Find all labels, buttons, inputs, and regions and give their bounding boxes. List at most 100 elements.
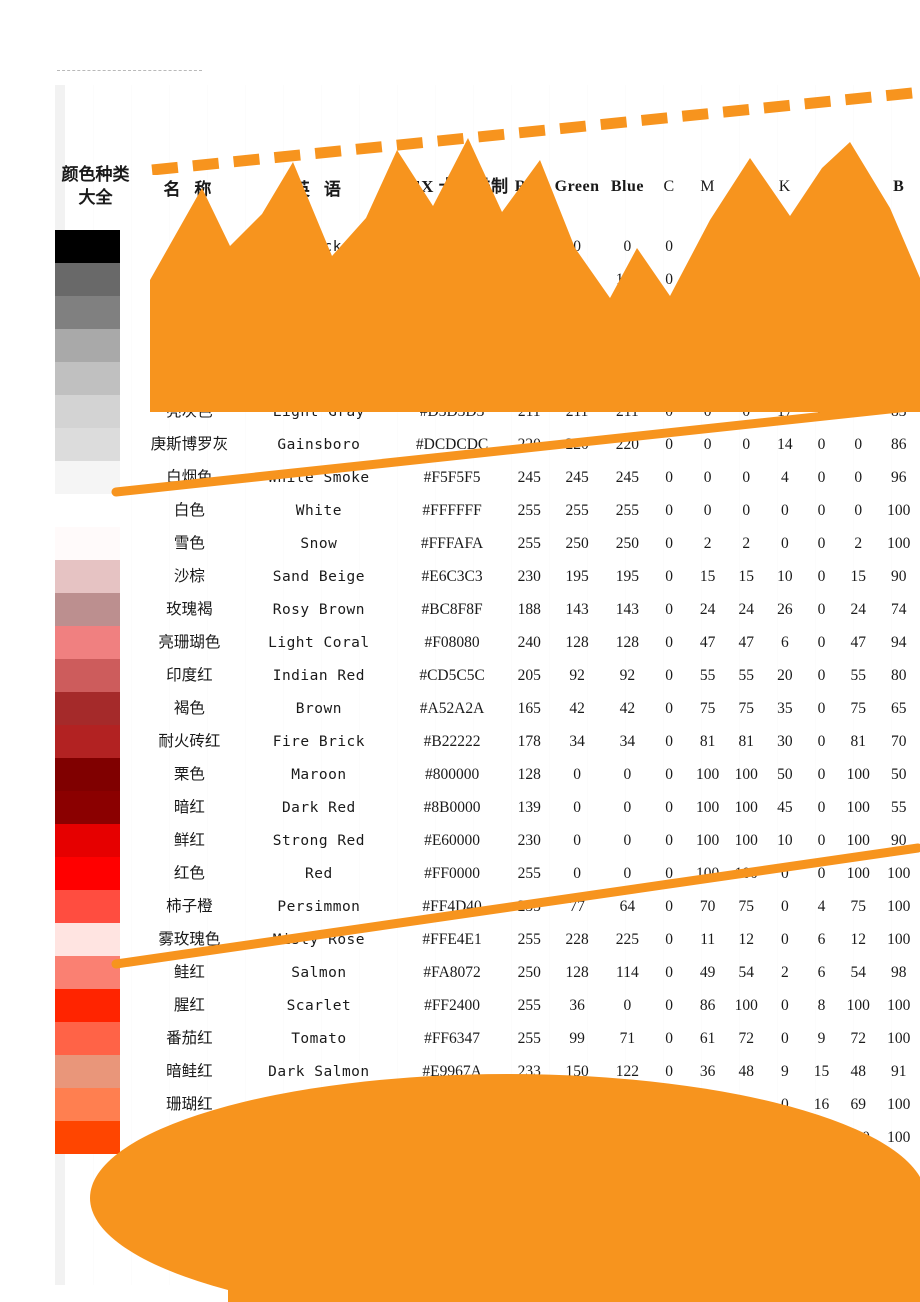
cell-k: 10 [777,831,793,849]
color-swatch-cell [55,494,136,527]
cell-br: 100 [887,501,911,519]
cell-y: 75 [738,897,754,915]
cell-chinese-name: 沙棕 [173,566,205,585]
cell-chinese-name: 鲑红 [173,962,205,981]
cell-r: 250 [517,963,541,981]
cell-c: 0 [665,1095,673,1113]
color-swatch-cell [55,956,136,989]
header-col-hex: HEX 十六进制 [395,177,509,197]
table-row: 番茄红 Tomato #FF6347 255 99 71 0 61 72 0 9 72 100 [55,1022,920,1055]
cell-english-name: Sand Beige [272,568,366,585]
cell-c: 0 [665,930,673,948]
color-swatch [55,824,120,857]
table-row: 腥红 Scarlet #FF2400 255 36 0 0 86 100 0 8 100 100 [55,989,920,1022]
color-swatch [55,494,120,527]
cell-hex-code: #CD5C5C [419,666,485,684]
cell-br: 0 [894,237,903,255]
cell-br: 50 [891,303,907,321]
cell-b: 211 [616,402,639,420]
color-swatch-cell [55,758,136,791]
cell-h: 0 [817,798,826,816]
cell-english-name: Dark Gray [277,337,361,354]
cell-hex-code: #8B0000 [423,798,481,816]
cell-h: 0 [817,831,826,849]
cell-g: 69 [569,1128,585,1146]
cell-br: 98 [891,963,907,981]
table-row: 暗红 Dark Red #8B0000 139 0 0 0 100 100 45 0 100 55 [55,791,920,824]
cell-m: 49 [699,963,716,981]
cell-chinese-name: 庚斯博罗灰 [150,434,229,453]
cell-k: 0 [780,897,789,915]
cell-br: 100 [887,1095,911,1113]
cell-b: 92 [619,666,636,684]
cell-b: 220 [615,435,640,453]
cell-m: 73 [699,1128,716,1146]
cell-m: 11 [700,930,716,948]
cell-y: 0 [742,303,751,321]
color-swatch [55,527,120,560]
color-swatch [55,725,120,758]
header-category: 颜色种类大全 [61,165,130,208]
cell-r: 245 [517,468,541,486]
cell-c: 0 [665,996,673,1014]
cell-r: 255 [517,534,541,552]
cell-chinese-name: 耐火砖红 [158,731,221,750]
cell-s: 48 [850,1062,866,1080]
color-swatch [55,692,120,725]
cell-s: 47 [850,633,866,651]
table-row: 昏灰 Dimgray #696969 105 105 105 0 0 0 59 0 0 41 [55,263,920,296]
cell-g: 169 [565,336,589,354]
cell-r: 255 [517,1128,541,1146]
table-row: 白烟色 White Smoke #F5F5F5 245 245 245 0 0 0 4 0 0 96 [55,461,920,494]
cell-m: 15 [699,567,716,585]
cell-c: 0 [665,831,673,849]
cell-m: 0 [703,270,712,288]
cell-chinese-name: 番茄红 [166,1028,213,1047]
cell-y: 75 [738,699,754,717]
cell-br: 100 [887,996,911,1014]
header-col-green: Green [554,178,600,195]
cell-y: 100 [734,765,758,783]
color-swatch-cell [55,923,136,956]
cell-m: 0 [703,369,712,387]
color-swatch-cell [55,329,136,362]
cell-english-name: Scarlet [286,997,352,1014]
cell-g: 36 [569,996,585,1014]
cell-y: 15 [738,567,754,585]
cell-english-name: Light Gray [272,403,366,420]
cell-hex-code: #FF7F50 [423,1095,481,1113]
cell-hex-code: #808080 [424,303,480,321]
table-row: 沙棕 Sand Beige #E6C3C3 230 195 195 0 15 15 10 0 15 90 [55,560,920,593]
cell-c: 0 [665,369,673,387]
header-col-y: Y [740,178,753,195]
color-swatch [55,1121,120,1154]
cell-b: 71 [619,1029,636,1047]
cell-h: 0 [817,699,826,717]
cell-hex-code: #C0C0C0 [421,369,484,387]
cell-br: 100 [887,1128,911,1146]
cell-m: 0 [703,237,712,255]
color-swatch-cell [55,263,136,296]
cell-hex-code: #A52A2A [419,699,485,717]
cell-m: 0 [703,303,712,321]
cell-y: 54 [738,963,754,981]
cell-h: 0 [817,402,826,420]
cell-chinese-name: 白烟色 [166,467,213,486]
table-row: 玫瑰褐 Rosy Brown #BC8F8F 188 143 143 0 24 24 26 0 24 7… [55,593,920,626]
cell-english-name: Misty Rose [272,931,366,948]
cell-h: 4 [817,897,826,915]
header-col-m: M [700,178,716,195]
color-reference-table: 颜色种类大全 名 称 英 语 HEX 十六进制 Red Green Blue C… [55,144,920,1154]
color-swatch [55,461,120,494]
table-row: 亮灰色 Light Gray #D3D3D3 211 211 211 0 0 0 17 0 0 83 [55,395,920,428]
cell-m: 100 [696,864,720,882]
cell-c: 0 [665,699,673,717]
color-swatch [55,263,120,296]
cell-hex-code: #E6C3C3 [421,567,483,585]
cell-s: 100 [846,864,870,882]
color-swatch-cell [55,1022,136,1055]
color-swatch [55,1022,120,1055]
color-swatch-cell [55,791,136,824]
header-col-en: 英 语 [292,179,345,200]
cell-h: 0 [817,237,826,255]
